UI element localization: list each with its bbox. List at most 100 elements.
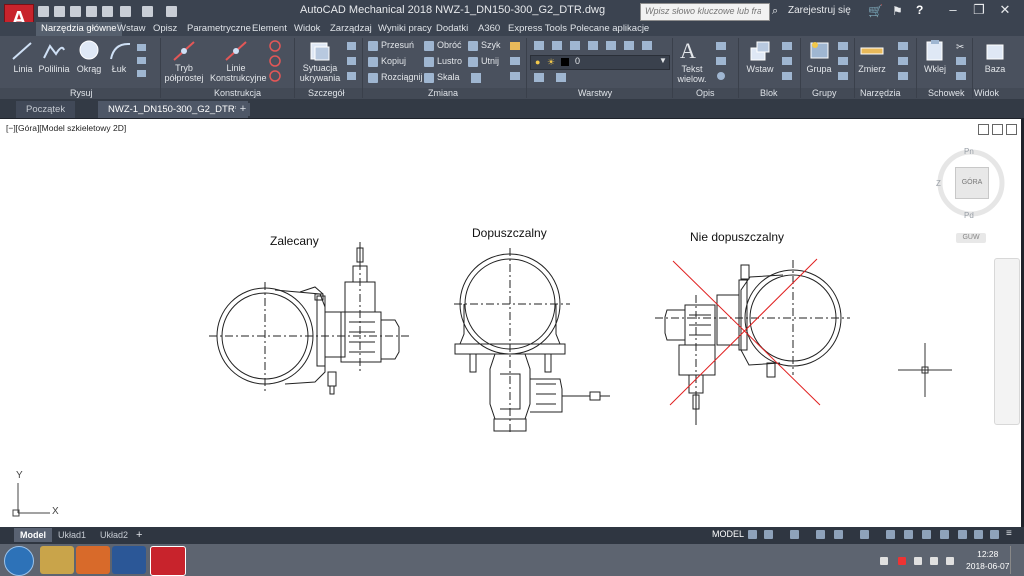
show-desktop-button[interactable] <box>1010 546 1023 574</box>
add-layout-icon[interactable]: + <box>136 529 142 541</box>
mirror-button[interactable]: Lustro <box>424 56 462 67</box>
polyline-button-label[interactable]: Polilinia <box>38 64 70 74</box>
viewcube-north[interactable]: Pn <box>964 147 974 156</box>
tab-view[interactable]: Widok <box>294 22 320 36</box>
ray-button-label[interactable]: Tryb półprostej <box>164 63 204 83</box>
tab-model[interactable]: Model <box>14 528 52 542</box>
tab-element[interactable]: Element <box>252 22 287 36</box>
snap-icon[interactable] <box>764 530 773 539</box>
panel-label-modify[interactable]: Zmiana <box>428 88 458 98</box>
detail-tools-column[interactable] <box>346 40 358 84</box>
modify-tools-column[interactable] <box>508 40 522 84</box>
base-view-icon[interactable] <box>984 40 1006 62</box>
plus-icon[interactable] <box>886 530 895 539</box>
base-button-label[interactable]: Baza <box>980 64 1010 74</box>
circle-icon[interactable] <box>78 39 100 61</box>
customization-icon[interactable] <box>990 530 999 539</box>
drawing-not-acceptable[interactable] <box>655 255 855 430</box>
mtext-button-label[interactable]: Tekst wielow. <box>672 64 712 84</box>
utility-tools-column[interactable] <box>896 40 910 84</box>
workspace-icon[interactable] <box>166 6 177 17</box>
line-button-label[interactable]: Linia <box>8 64 38 74</box>
panel-label-groups[interactable]: Grupy <box>812 88 837 98</box>
stretch-button[interactable]: Rozciągnij <box>368 72 423 83</box>
annotation-scale-icon[interactable] <box>904 530 913 539</box>
save-icon[interactable] <box>70 6 81 17</box>
volume-icon[interactable] <box>946 557 954 565</box>
panel-label-block[interactable]: Blok <box>760 88 778 98</box>
arc-icon[interactable] <box>108 40 132 62</box>
arc-button-label[interactable]: Łuk <box>106 64 132 74</box>
tab-express-tools[interactable]: Express Tools <box>508 22 567 36</box>
panel-label-draw[interactable]: Rysuj <box>70 88 93 98</box>
construction-line-label[interactable]: Linie Konstrukcyjne <box>210 63 267 83</box>
scale-button[interactable]: Skala <box>424 72 460 83</box>
panel-label-detail[interactable]: Szczegół <box>308 88 345 98</box>
polyline-icon[interactable] <box>42 40 66 62</box>
new-file-icon[interactable] <box>38 6 49 17</box>
redo-icon[interactable] <box>142 6 153 17</box>
maximize-button[interactable]: ❐ <box>966 0 992 20</box>
clean-screen-icon[interactable] <box>974 530 983 539</box>
start-button[interactable] <box>4 546 34 576</box>
hide-situation-icon[interactable] <box>308 40 332 62</box>
tab-addins[interactable]: Dodatki <box>436 22 468 36</box>
viewport-restore-icon[interactable] <box>992 124 1003 135</box>
line-icon[interactable] <box>10 40 34 62</box>
draw-tools-column[interactable] <box>136 42 148 82</box>
clipboard-tools-column[interactable]: ✂ <box>954 40 968 84</box>
open-file-icon[interactable] <box>54 6 65 17</box>
tab-layout1[interactable]: Układ1 <box>52 528 92 542</box>
tray-app-icon[interactable] <box>898 557 906 565</box>
viewport-close-icon[interactable] <box>1006 124 1017 135</box>
exchange-icon[interactable]: ⚑ <box>892 4 903 18</box>
tray-device-icon[interactable] <box>914 557 922 565</box>
group-tools-column[interactable] <box>836 40 850 84</box>
plot-icon[interactable] <box>102 6 113 17</box>
circle-button-label[interactable]: Okrąg <box>74 64 104 74</box>
measure-button-label[interactable]: Zmierz <box>856 64 888 74</box>
search-box[interactable] <box>640 3 770 21</box>
viewcube-top-face[interactable]: GÓRA <box>955 167 989 199</box>
modify-more-icon[interactable] <box>470 72 494 84</box>
panel-label-layers[interactable]: Warstwy <box>578 88 612 98</box>
tray-arrow-icon[interactable] <box>880 557 888 565</box>
insert-block-icon[interactable] <box>748 40 772 62</box>
help-button[interactable]: ? <box>916 3 923 17</box>
hide-situation-label[interactable]: Sytuacja ukrywania <box>298 63 342 83</box>
block-tools-column[interactable] <box>780 40 794 84</box>
ortho-icon[interactable] <box>790 530 799 539</box>
polar-icon[interactable] <box>816 530 825 539</box>
layer-tools-row[interactable] <box>532 40 672 52</box>
tab-featured-apps[interactable]: Polecane aplikacje <box>570 22 649 36</box>
binoculars-icon[interactable]: ⌕ <box>772 5 778 18</box>
ray-icon[interactable] <box>172 40 196 62</box>
explorer-taskbar-icon[interactable] <box>40 546 74 574</box>
panel-label-view[interactable]: Widok <box>974 88 999 98</box>
undo-icon[interactable] <box>120 6 131 17</box>
panel-label-annotation[interactable]: Opis <box>696 88 715 98</box>
trim-button[interactable]: Utnij <box>468 56 499 67</box>
panel-label-clipboard[interactable]: Schowek <box>928 88 965 98</box>
gear-icon[interactable] <box>860 530 869 539</box>
insert-button-label[interactable]: Wstaw <box>744 64 776 74</box>
word-taskbar-icon[interactable] <box>112 546 146 574</box>
network-icon[interactable] <box>930 557 938 565</box>
isolate-icon[interactable] <box>922 530 931 539</box>
status-menu-icon[interactable]: ≡ <box>1006 528 1012 539</box>
panel-label-utilities[interactable]: Narzędzia <box>860 88 901 98</box>
tab-drawing[interactable]: NWZ-1_DN150-300_G2_DTR* <box>98 101 249 118</box>
viewport-controls-label[interactable]: [−][Góra][Model szkieletowy 2D] <box>6 123 126 133</box>
close-button[interactable]: ✕ <box>992 0 1018 20</box>
construction-tools-column[interactable] <box>268 40 284 84</box>
layer-dropdown[interactable]: ● ☀ 0 ▼ <box>530 55 670 70</box>
hardware-accel-icon[interactable] <box>940 530 949 539</box>
tab-parametric[interactable]: Parametryczne <box>187 22 251 36</box>
annotate-tools-column[interactable] <box>714 40 730 84</box>
move-button[interactable]: Przesuń <box>368 40 414 51</box>
save-as-icon[interactable] <box>86 6 97 17</box>
drawing-acceptable[interactable] <box>450 244 620 439</box>
viewcube-west[interactable]: Z <box>936 179 941 188</box>
cart-icon[interactable]: 🛒 <box>868 4 883 18</box>
drawing-recommended[interactable] <box>205 232 430 407</box>
